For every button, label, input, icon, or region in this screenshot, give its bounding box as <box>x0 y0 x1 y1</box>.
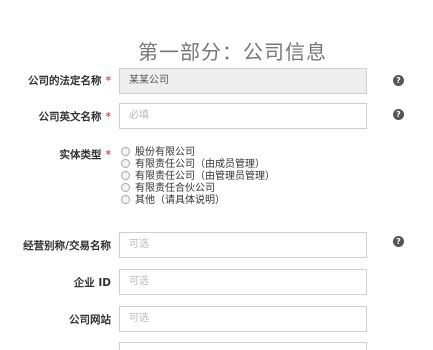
radio-icon[interactable] <box>121 182 130 192</box>
legal-name-field[interactable]: 某某公司 <box>119 68 367 94</box>
required-mark: * <box>105 111 112 123</box>
english-name-label: 公司英文名称 * <box>39 109 112 124</box>
field-row-english-name: 公司英文名称 * 必填 ? <box>0 103 433 129</box>
help-icon[interactable]: ? <box>393 75 404 86</box>
radio-icon[interactable] <box>121 146 130 156</box>
enterprise-id-label: 企业 ID <box>73 277 111 289</box>
english-name-label-text: 公司英文名称 <box>38 111 102 123</box>
website-field[interactable]: 可选 <box>119 306 367 332</box>
radio-option-joint-stock[interactable]: 股份有限公司 <box>121 146 275 159</box>
next-field-partial[interactable] <box>119 342 367 350</box>
required-mark: * <box>105 75 112 87</box>
english-name-field[interactable]: 必填 <box>119 103 367 129</box>
radio-icon[interactable] <box>121 170 130 180</box>
radio-option-llp[interactable]: 有限责任合伙公司 <box>121 182 275 195</box>
radio-icon[interactable] <box>121 158 130 168</box>
enterprise-id-field[interactable]: 可选 <box>119 269 367 295</box>
field-row-legal-name: 公司的法定名称 * 某某公司 ? <box>0 68 433 94</box>
legal-name-label: 公司的法定名称 * <box>28 73 111 88</box>
section-title: 第一部分：公司信息 <box>138 40 327 64</box>
help-icon[interactable]: ? <box>393 236 404 247</box>
website-label: 公司网站 <box>69 314 111 326</box>
radio-option-llc-member-managed[interactable]: 有限责任公司（由成员管理） <box>121 158 275 171</box>
entity-type-label: 实体类型 * <box>60 147 112 162</box>
radio-option-label: 其他（请具体说明） <box>135 195 225 206</box>
field-row-website: 公司网站 可选 <box>0 306 433 332</box>
radio-option-label: 有限责任公司（由管理员管理） <box>135 171 275 182</box>
radio-option-llc-manager-managed[interactable]: 有限责任公司（由管理员管理） <box>121 170 275 183</box>
entity-type-label-text: 实体类型 <box>59 149 102 161</box>
field-row-entity-type: 实体类型 * 股份有限公司 有限责任公司（由成员管理） 有限责任公司（由管理员管理… <box>0 146 433 221</box>
radio-icon[interactable] <box>121 194 130 204</box>
dba-name-field[interactable]: 可选 <box>119 232 367 258</box>
field-row-dba-name: 经营别称/交易名称 可选 ? <box>0 232 433 258</box>
required-mark: * <box>105 149 112 161</box>
radio-option-label: 有限责任公司（由成员管理） <box>135 159 265 170</box>
help-icon[interactable]: ? <box>393 109 404 120</box>
field-row-enterprise-id: 企业 ID 可选 <box>0 269 433 295</box>
dba-name-label: 经营别称/交易名称 <box>23 240 111 252</box>
radio-option-other[interactable]: 其他（请具体说明） <box>121 194 275 207</box>
legal-name-label-text: 公司的法定名称 <box>28 75 102 87</box>
radio-option-label: 股份有限公司 <box>135 147 195 158</box>
radio-option-label: 有限责任合伙公司 <box>135 183 215 194</box>
entity-type-radio-group: 股份有限公司 有限责任公司（由成员管理） 有限责任公司（由管理员管理） 有限责任… <box>121 146 275 207</box>
